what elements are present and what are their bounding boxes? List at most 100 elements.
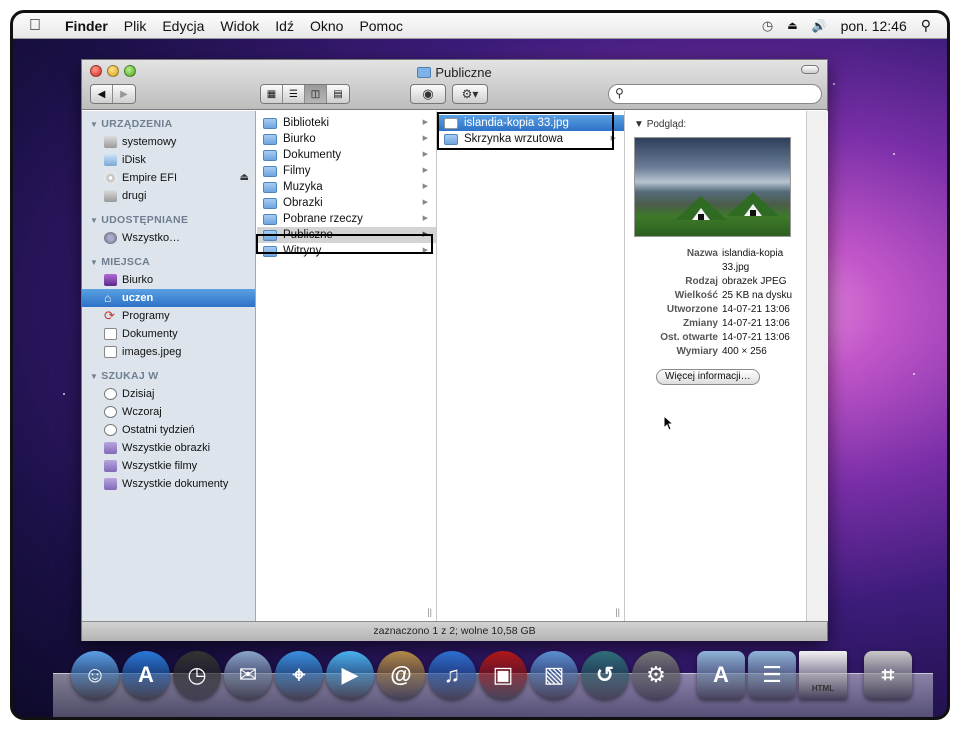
iphoto-icon[interactable]: ▧	[530, 651, 578, 699]
menu-widok[interactable]: Widok	[212, 18, 267, 34]
folder-icon	[444, 133, 458, 145]
clock-icon	[104, 388, 117, 400]
applications-folder-icon[interactable]: A	[697, 651, 745, 699]
sidebar-item-empire-efi[interactable]: Empire EFI ⏏	[82, 169, 255, 187]
eject-icon[interactable]: ⏏	[240, 169, 249, 187]
toolbar-toggle-button[interactable]	[801, 65, 819, 74]
sidebar-item-idisk[interactable]: iDisk	[82, 151, 255, 169]
sidebar-section-places[interactable]: ▼ MIEJSCA	[82, 253, 255, 271]
sidebar-item-systemowy[interactable]: systemowy	[82, 133, 255, 151]
image-file-icon	[104, 346, 117, 358]
eye-icon: ◉	[422, 86, 434, 101]
sidebar-item-programy[interactable]: ⟳ Programy	[82, 307, 255, 325]
chevron-right-icon: ▶	[422, 167, 428, 174]
search-field[interactable]: ⚲	[608, 84, 822, 104]
sidebar-item-wszystko[interactable]: Wszystko…	[82, 229, 255, 247]
trash-icon[interactable]: ⌗	[864, 651, 912, 699]
network-icon	[104, 232, 117, 244]
sidebar-item-ostatni-tydzien[interactable]: Ostatni tydzień	[82, 421, 255, 439]
sidebar-section-devices[interactable]: ▼ URZĄDZENIA	[82, 115, 255, 133]
gear-icon: ⚙▾	[461, 87, 479, 101]
menu-plik[interactable]: Plik	[116, 18, 155, 34]
mail-icon[interactable]: ✉	[224, 651, 272, 699]
documents-folder-icon[interactable]: ☰	[748, 651, 796, 699]
sidebar-item-wszystkie-obrazki[interactable]: Wszystkie obrazki	[82, 439, 255, 457]
cover-flow-button[interactable]: ▤	[327, 85, 349, 103]
list-item[interactable]: Biblioteki ▶	[257, 115, 436, 131]
menu-edycja[interactable]: Edycja	[154, 18, 212, 34]
search-input[interactable]	[629, 87, 809, 101]
chevron-right-icon: ▶	[422, 151, 428, 158]
time-machine-menu-icon[interactable]: ◷	[762, 18, 773, 34]
sidebar-item-wszystkie-filmy[interactable]: Wszystkie filmy	[82, 457, 255, 475]
list-item[interactable]: Pobrane rzeczy ▶	[257, 211, 436, 227]
app-store-icon[interactable]: A	[122, 651, 170, 699]
column-resize-handle[interactable]: ||	[615, 607, 620, 617]
volume-menu-icon[interactable]: 🔊	[812, 19, 827, 33]
list-item-selected[interactable]: Publiczne ▶	[257, 227, 436, 243]
list-item[interactable]: Witryny ▶	[257, 243, 436, 259]
sidebar-section-shared[interactable]: ▼ UDOSTĘPNIANE	[82, 211, 255, 229]
folder-icon	[263, 213, 277, 225]
forward-button[interactable]: ▶	[113, 85, 135, 103]
sidebar-item-wczoraj[interactable]: Wczoraj	[82, 403, 255, 421]
facetime-icon[interactable]: ▶	[326, 651, 374, 699]
clock-icon	[104, 424, 117, 436]
list-item[interactable]: Biurko ▶	[257, 131, 436, 147]
idisk-icon	[104, 154, 117, 166]
itunes-icon[interactable]: ♫	[428, 651, 476, 699]
action-menu-button[interactable]: ⚙▾	[452, 84, 488, 104]
view-mode-buttons: ▦ ☰ ◫ ▤	[260, 84, 350, 104]
chevron-right-icon: ▶	[422, 231, 428, 238]
chevron-right-icon: ▶	[422, 247, 428, 254]
sidebar-item-biurko[interactable]: Biurko	[82, 271, 255, 289]
menu-idz[interactable]: Idź	[267, 18, 302, 34]
vertical-scrollbar[interactable]	[806, 111, 828, 621]
list-item[interactable]: Muzyka ▶	[257, 179, 436, 195]
sidebar-section-search[interactable]: ▼ SZUKAJ W	[82, 367, 255, 385]
chevron-right-icon: ▶	[422, 199, 428, 206]
list-view-button[interactable]: ☰	[283, 85, 305, 103]
folder-icon	[263, 117, 277, 129]
quick-look-button[interactable]: ◉	[410, 84, 446, 104]
back-button[interactable]: ◀	[91, 85, 113, 103]
sidebar-item-dzisiaj[interactable]: Dzisiaj	[82, 385, 255, 403]
list-item[interactable]: Skrzynka wrzutowa ▶	[438, 131, 624, 147]
sidebar: ▼ URZĄDZENIA systemowy iDisk Empire EFI ⏏ …	[82, 111, 256, 621]
menu-clock[interactable]: pon. 12:46	[841, 18, 907, 34]
list-item[interactable]: Obrazki ▶	[257, 195, 436, 211]
sidebar-item-images-jpeg[interactable]: images.jpeg	[82, 343, 255, 361]
folder-icon	[263, 245, 277, 257]
preview-thumbnail	[634, 137, 791, 237]
html-file-icon[interactable]: HTML	[799, 651, 847, 699]
sidebar-item-drugi[interactable]: drugi	[82, 187, 255, 205]
dashboard-icon[interactable]: ◷	[173, 651, 221, 699]
folder-icon	[263, 133, 277, 145]
time-machine-icon[interactable]: ↺	[581, 651, 629, 699]
list-item-selected[interactable]: islandia-kopia 33.jpg	[438, 115, 624, 131]
column-view-button[interactable]: ◫	[305, 85, 327, 103]
list-item[interactable]: Filmy ▶	[257, 163, 436, 179]
safari-icon[interactable]: ⌖	[275, 651, 323, 699]
finder-icon[interactable]: ☺	[71, 651, 119, 699]
folder-icon	[263, 165, 277, 177]
menu-okno[interactable]: Okno	[302, 18, 351, 34]
list-item[interactable]: Dokumenty ▶	[257, 147, 436, 163]
mouse-cursor-icon	[663, 415, 675, 431]
icon-view-button[interactable]: ▦	[261, 85, 283, 103]
menu-pomoc[interactable]: Pomoc	[351, 18, 411, 34]
eject-menu-icon[interactable]: ⏏	[787, 19, 797, 32]
sidebar-item-dokumenty[interactable]: Dokumenty	[82, 325, 255, 343]
sidebar-item-uczen[interactable]: ⌂ uczen	[82, 289, 255, 307]
folder-icon	[263, 149, 277, 161]
apple-menu-icon[interactable]: 	[13, 17, 57, 35]
spotlight-icon[interactable]: ⚲	[921, 17, 931, 34]
photo-booth-icon[interactable]: ▣	[479, 651, 527, 699]
column-resize-handle[interactable]: ||	[427, 607, 432, 617]
sidebar-item-wszystkie-dokumenty[interactable]: Wszystkie dokumenty	[82, 475, 255, 493]
system-preferences-icon[interactable]: ⚙	[632, 651, 680, 699]
menu-finder[interactable]: Finder	[57, 18, 116, 34]
more-info-button[interactable]: Więcej informacji…	[656, 369, 760, 385]
address-book-icon[interactable]: @	[377, 651, 425, 699]
smart-folder-icon	[104, 478, 117, 490]
